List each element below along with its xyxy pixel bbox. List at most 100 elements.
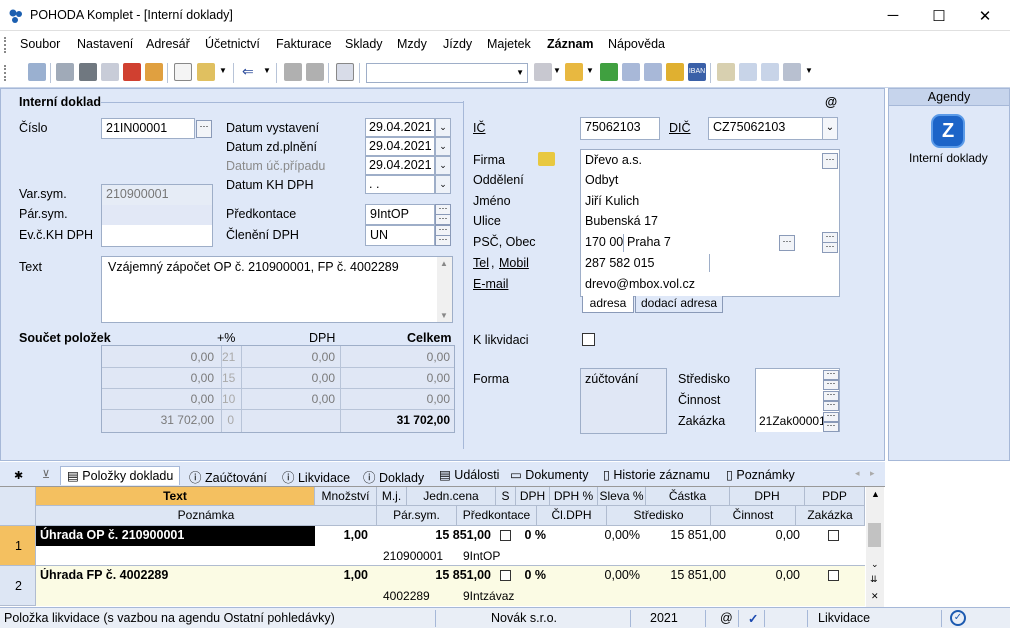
scroll-down-icon[interactable]: ⌄ (871, 559, 879, 570)
email-label[interactable]: E-mail (473, 277, 508, 291)
psc-value[interactable]: 170 00 (585, 235, 623, 249)
col-parsym[interactable]: Pár.sym. (377, 506, 457, 526)
col-dph-pct[interactable]: DPH % (550, 487, 598, 506)
folder-icon[interactable] (565, 63, 583, 81)
row-mnozstvi[interactable]: 1,00 (315, 568, 368, 582)
pdf-icon[interactable] (123, 63, 141, 81)
datum-ucprip-input[interactable]: 29.04.2021 (365, 156, 435, 175)
col-zakazka[interactable]: Zakázka (796, 506, 865, 526)
text-input[interactable]: Vzájemný zápočet OP č. 210900001, FP č. … (101, 256, 453, 323)
table-row[interactable]: Úhrada OP č. 210900001 1,00 15 851,00 0 … (36, 526, 865, 546)
menu-sklady[interactable]: Sklady (345, 37, 383, 51)
tab-udalosti[interactable]: ▤ Události (433, 466, 505, 485)
agenda-icon[interactable] (28, 63, 46, 81)
edit-dropdown-icon[interactable]: ▼ (219, 66, 227, 75)
datum-khdph-dropdown[interactable]: ⌄ (435, 175, 451, 194)
col-predkontace[interactable]: Předkontace (457, 506, 537, 526)
new-record-icon[interactable] (174, 63, 192, 81)
close-button[interactable]: ✕ (962, 0, 1008, 31)
quick-search-combo[interactable]: ▼ (366, 63, 528, 83)
tel-label[interactable]: Tel (473, 256, 489, 270)
row-header-2[interactable]: 2 (0, 566, 36, 606)
save-icon[interactable] (284, 63, 302, 81)
tab-doklady[interactable]: ⓘ Doklady (357, 466, 430, 485)
list-icon[interactable] (761, 63, 779, 81)
row-pdp-checkbox[interactable] (828, 570, 839, 581)
tabs-scroll-right-icon[interactable]: ▸ (870, 468, 875, 479)
export-pdf-icon[interactable] (145, 63, 163, 81)
folder-dropdown-icon[interactable]: ▼ (586, 66, 594, 75)
iban-icon[interactable]: IBAN (688, 63, 706, 81)
obec-value[interactable]: Praha 7 (627, 235, 671, 249)
filter-icon[interactable] (534, 63, 552, 81)
col-sleva[interactable]: Sleva % (598, 487, 646, 506)
window-icon[interactable] (739, 63, 757, 81)
varsym-input[interactable]: 210900001 (102, 185, 212, 205)
menu-majetek[interactable]: Majetek (487, 37, 531, 51)
row-sleva[interactable]: 0,00% (598, 568, 640, 582)
ulice-value[interactable]: Bubenská 17 (585, 214, 658, 228)
ic-label[interactable]: IČ (473, 121, 486, 135)
parsym-input[interactable] (102, 205, 212, 225)
menu-ucetnictvi[interactable]: Účetnictví (205, 37, 260, 51)
print-icon[interactable] (79, 63, 97, 81)
grid-scrollbar[interactable]: ▲ ⌄ ⇊ ✕ (866, 487, 884, 607)
obec-picker-button[interactable]: ⋯ (779, 235, 795, 251)
menu-nastaveni[interactable]: Nastavení (77, 37, 133, 51)
tel-value[interactable]: 287 582 015 (585, 256, 655, 270)
copy-icon[interactable] (336, 63, 354, 81)
col-cinnost[interactable]: Činnost (711, 506, 796, 526)
row-parsym[interactable]: 210900001 (383, 549, 443, 563)
tab-adresa[interactable]: adresa (582, 296, 634, 313)
datum-zdplneni-input[interactable]: 29.04.2021 (365, 137, 435, 156)
row-header-1[interactable]: 1 (0, 526, 36, 566)
col-dph[interactable]: DPH (516, 487, 550, 506)
col-dph-value[interactable]: DPH (730, 487, 805, 506)
scroll-thumb[interactable] (868, 523, 881, 547)
firma-value[interactable]: Dřevo a.s. (585, 153, 642, 167)
row-parsym[interactable]: 4002289 (383, 589, 430, 603)
row-predkontace[interactable]: 9IntOP (463, 549, 500, 563)
filter-tab-icon[interactable]: ⊻ (42, 468, 50, 481)
row-text[interactable]: Úhrada FP č. 4002289 (40, 568, 315, 582)
tab-likvidace[interactable]: ⓘ Likvidace (276, 466, 356, 485)
print-preview-icon[interactable] (101, 63, 119, 81)
collapse-icon[interactable]: ✕ (871, 591, 879, 602)
row-castka[interactable]: 15 851,00 (646, 568, 726, 582)
datum-ucprip-dropdown[interactable]: ⌄ (435, 156, 451, 175)
note-icon[interactable] (717, 63, 735, 81)
status-check-icon[interactable]: ✓ (748, 611, 758, 626)
menu-adresar[interactable]: Adresář (146, 37, 190, 51)
klikvidaci-checkbox[interactable] (582, 333, 595, 346)
calculator-icon[interactable] (622, 63, 640, 81)
scroll-up-icon[interactable]: ▲ (440, 259, 448, 268)
row-castka[interactable]: 15 851,00 (646, 528, 726, 542)
status-ok-icon[interactable]: ✓ (950, 610, 966, 626)
row-predkontace[interactable]: 9Intzávaz (463, 589, 514, 603)
preview-icon[interactable] (56, 63, 74, 81)
row-sleva[interactable]: 0,00% (598, 528, 640, 542)
dic-label[interactable]: DIČ (669, 121, 691, 135)
filter-dropdown-icon[interactable]: ▼ (553, 66, 561, 75)
row-dph[interactable]: 0 % (516, 568, 546, 582)
col-mj[interactable]: M.j. (377, 487, 407, 506)
menu-jizdy[interactable]: Jízdy (443, 37, 472, 51)
cislo-picker-button[interactable]: ⋯ (196, 120, 212, 138)
cislo-input[interactable]: 21IN00001 (101, 118, 195, 139)
tools-dropdown-icon[interactable]: ▼ (805, 66, 813, 75)
datum-khdph-input[interactable]: . . (365, 175, 435, 194)
status-at-icon[interactable]: @ (720, 611, 733, 625)
cleneni-input[interactable]: UN (365, 225, 435, 246)
menu-soubor[interactable]: Soubor (20, 37, 60, 51)
col-text[interactable]: Text (36, 487, 315, 506)
mobil-label[interactable]: Mobil (499, 256, 529, 270)
asterisk-icon[interactable]: ✱ (14, 469, 23, 482)
row-dph-value[interactable]: 0,00 (730, 528, 800, 542)
edit-icon[interactable] (197, 63, 215, 81)
oddeleni-value[interactable]: Odbyt (585, 173, 618, 187)
datum-vystaveni-dropdown[interactable]: ⌄ (435, 118, 451, 137)
scroll-down-icon[interactable]: ▼ (440, 311, 448, 320)
minimize-button[interactable]: ─ (870, 0, 916, 31)
row-pdp-checkbox[interactable] (828, 530, 839, 541)
psc-spin-down[interactable]: ⋯ (822, 242, 838, 253)
